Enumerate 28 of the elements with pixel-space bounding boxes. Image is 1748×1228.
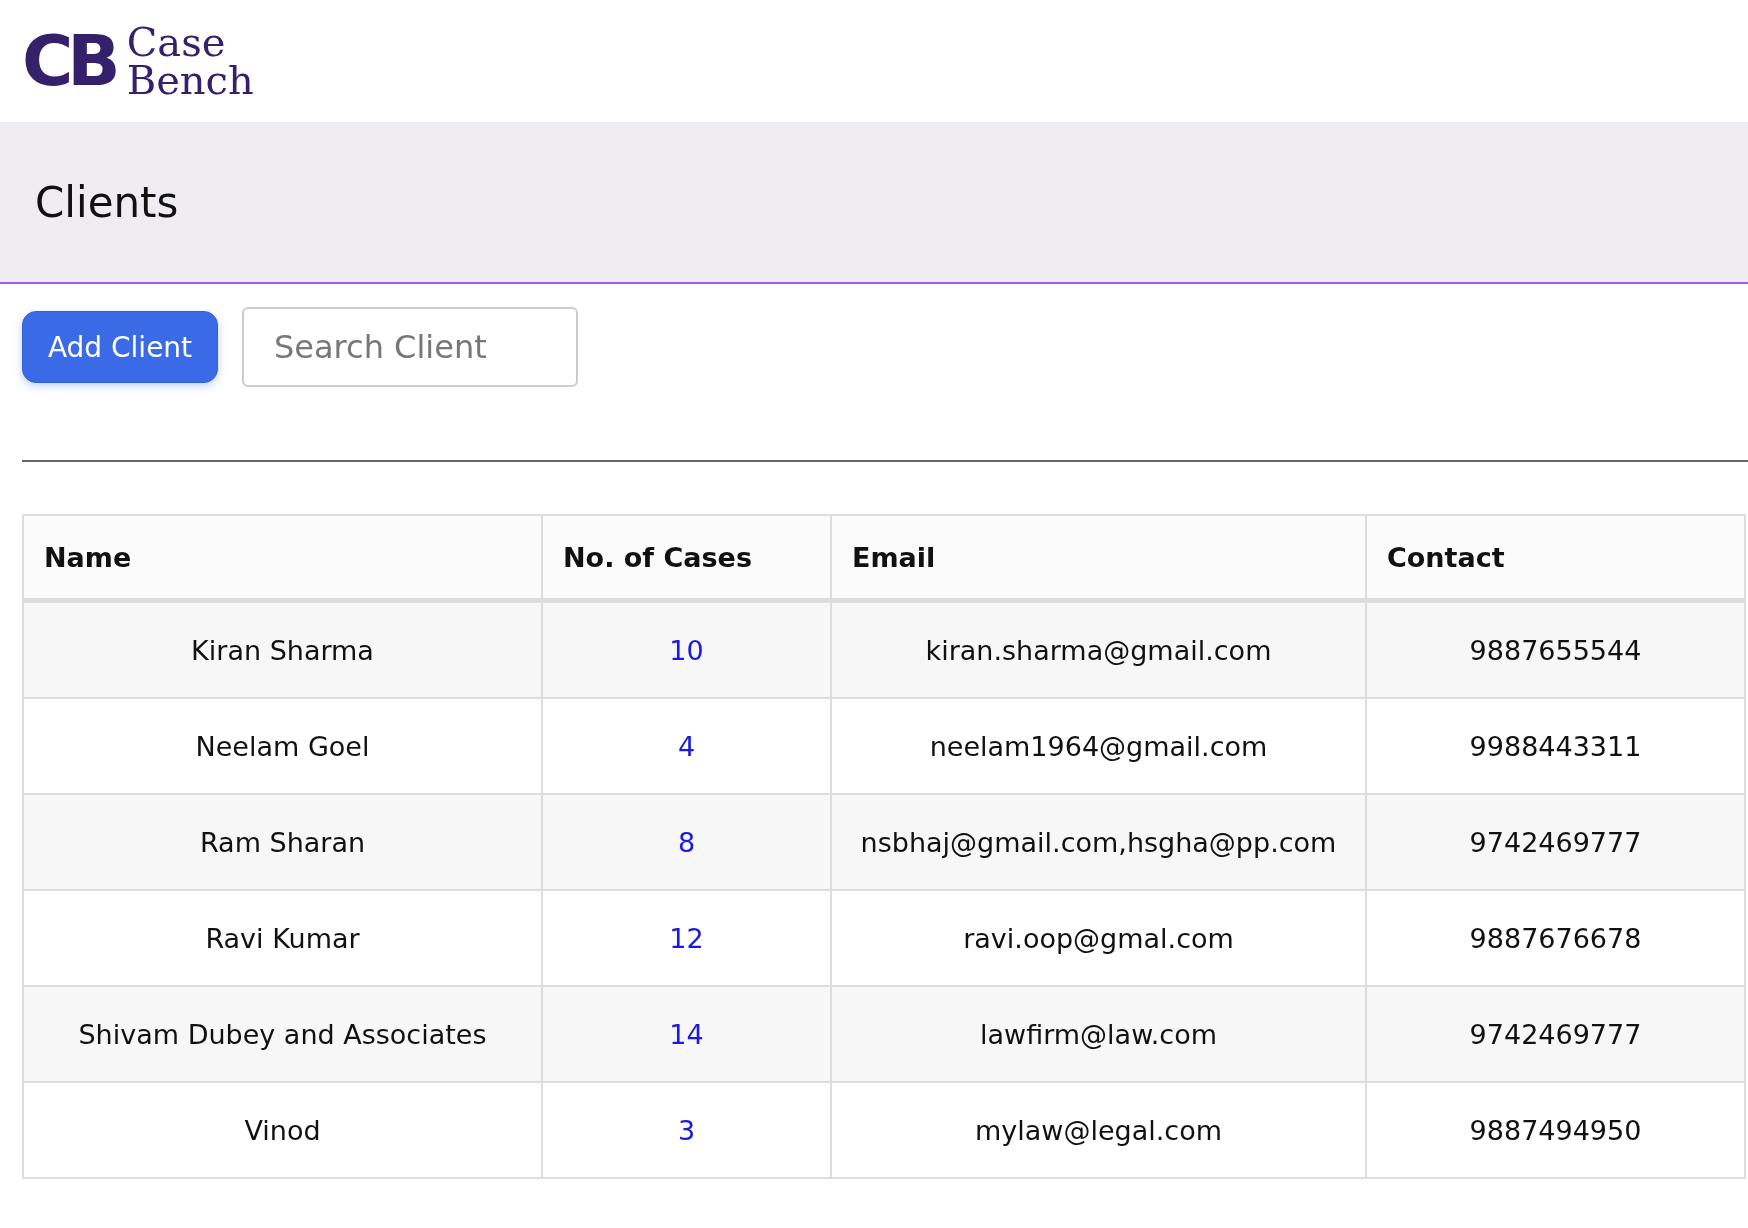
case-count-link[interactable]: 3 [677,1114,696,1146]
table-cell: Kiran Sharma [23,600,542,698]
logo-text: Case [126,23,227,61]
table-cell: mylaw@legal.com [831,1082,1366,1178]
case-count-link[interactable]: 14 [669,1018,704,1050]
table-cell: 9742469777 [1366,986,1745,1082]
table-cell: 9887655544 [1366,600,1745,698]
logo-mark: CB [22,26,115,96]
table-cell: Shivam Dubey and Associates [23,986,542,1082]
case-count-link[interactable]: 4 [677,730,696,762]
column-header: Name [23,515,542,601]
page-title: Clients [35,177,179,227]
table-cell: 9742469777 [1366,794,1745,890]
column-header: Email [831,515,1366,601]
table-cell: Ram Sharan [23,794,542,890]
column-header: Contact [1366,515,1745,601]
table-cell: 9887494950 [1366,1082,1745,1178]
table-cell: Vinod [23,1082,542,1178]
column-header: No. of Cases [542,515,831,601]
table-cell: lawfirm@law.com [831,986,1366,1082]
table-cell: nsbhaj@gmail.com,hsgha@pp.com [831,794,1366,890]
case-count-link[interactable]: 12 [669,922,704,954]
search-field[interactable]: Search Client [242,307,578,387]
logo-text: Bench [126,61,254,99]
table-cell: kiran.sharma@gmail.com [831,600,1366,698]
case-count-link[interactable]: 8 [677,826,696,858]
add-client-button[interactable]: Add Client [22,311,218,383]
case-count-link[interactable]: 10 [669,634,704,666]
